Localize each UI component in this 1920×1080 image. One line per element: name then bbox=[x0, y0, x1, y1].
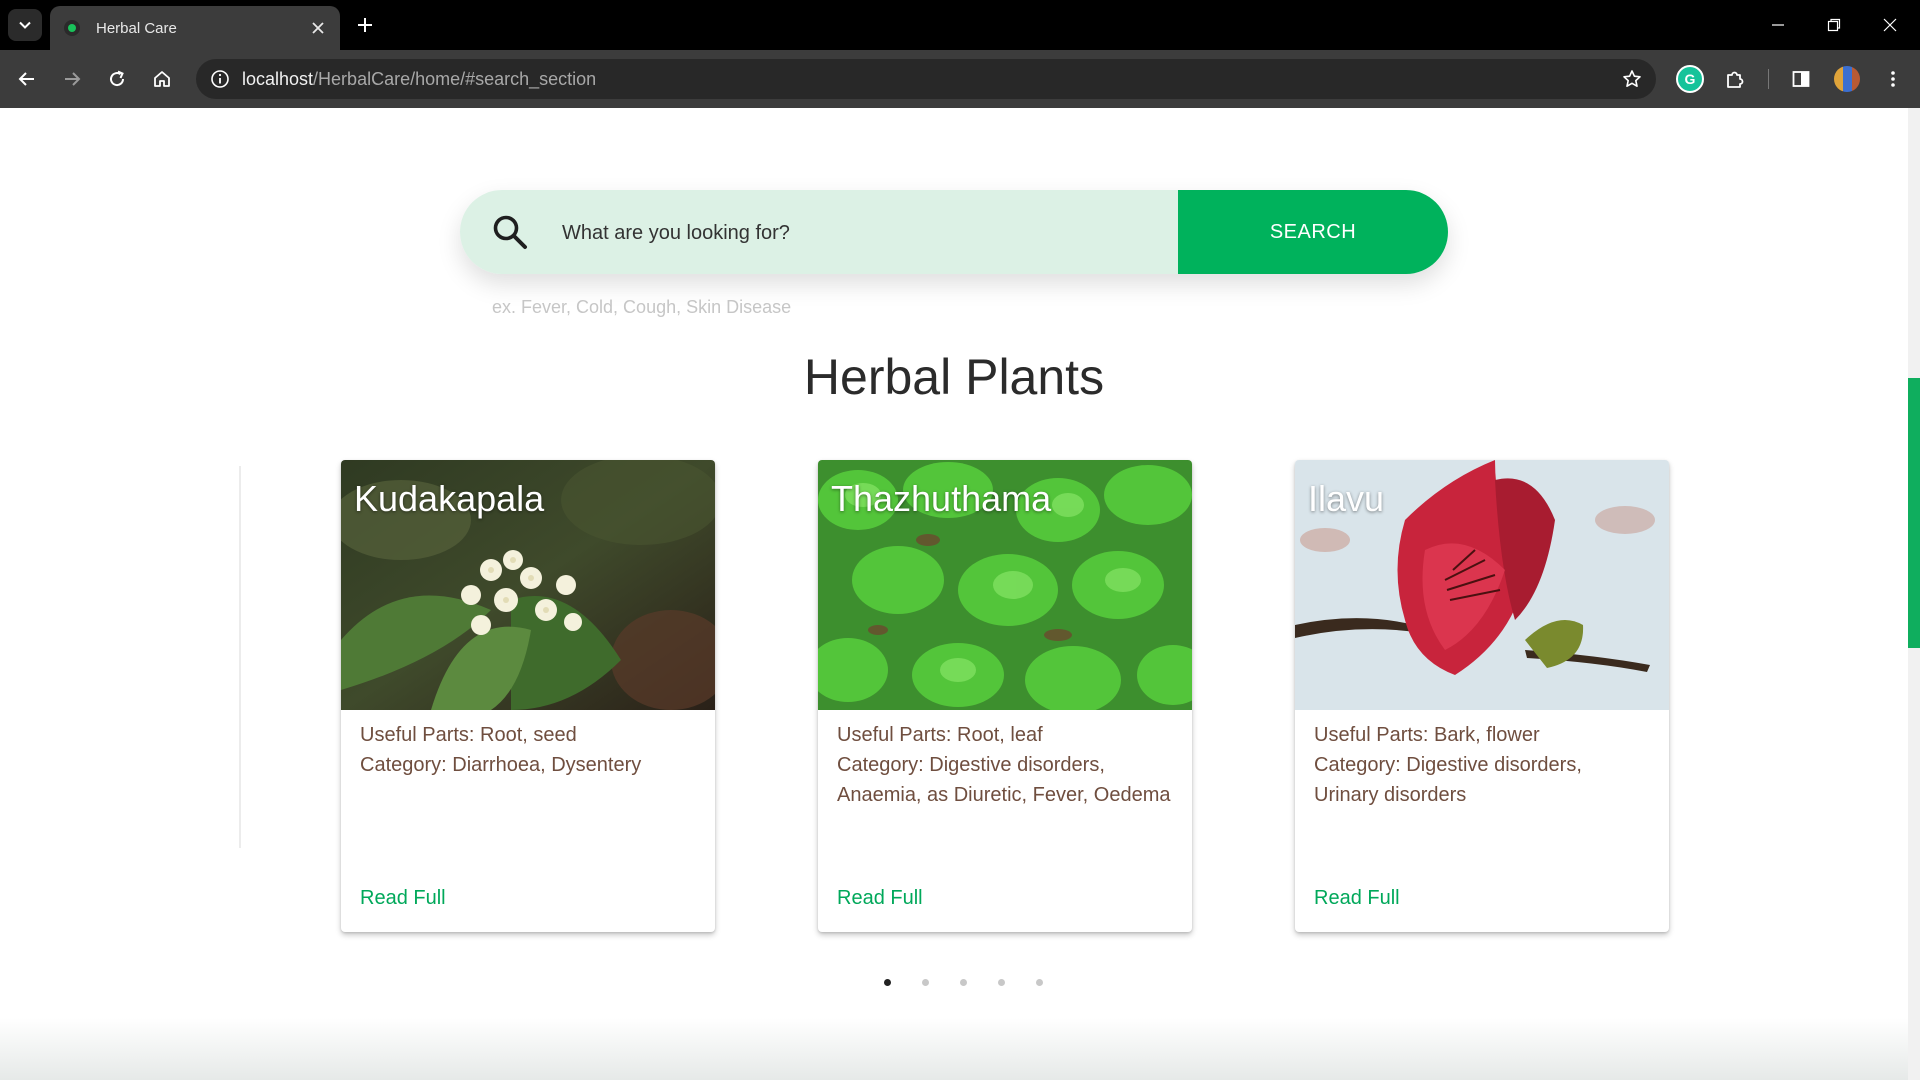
back-button[interactable] bbox=[10, 62, 44, 96]
reload-icon bbox=[110, 70, 125, 87]
favicon-icon bbox=[64, 20, 80, 36]
forward-button[interactable] bbox=[55, 62, 89, 96]
bookmark-button[interactable] bbox=[1616, 63, 1648, 95]
grammarly-extension-icon[interactable]: G bbox=[1676, 65, 1704, 93]
plant-image-kudakapala: Kudakapala bbox=[341, 460, 715, 710]
arrow-left-icon bbox=[18, 72, 34, 86]
read-full-link[interactable]: Read Full bbox=[837, 887, 923, 910]
plant-details: Useful Parts: Root, leaf Category: Diges… bbox=[818, 710, 1192, 810]
chevron-down-icon bbox=[19, 21, 31, 29]
new-tab-button[interactable] bbox=[350, 10, 380, 40]
minimize-button[interactable] bbox=[1758, 8, 1798, 42]
extensions-button[interactable] bbox=[1718, 62, 1752, 96]
scrollbar-thumb[interactable] bbox=[1908, 378, 1920, 648]
close-window-button[interactable] bbox=[1870, 8, 1910, 42]
profile-avatar[interactable] bbox=[1834, 66, 1860, 92]
address-bar[interactable]: localhost/HerbalCare/home/#search_sectio… bbox=[196, 59, 1656, 99]
url-path: /HerbalCare/home/#search_section bbox=[313, 69, 597, 89]
plant-name: Thazhuthama bbox=[831, 478, 1052, 519]
plant-image-thazhuthama: Thazhuthama bbox=[818, 460, 1192, 710]
plant-card-ilavu[interactable]: Ilavu Useful Parts: Bark, flower Categor… bbox=[1295, 460, 1669, 932]
side-panel-icon bbox=[1792, 71, 1810, 87]
plant-details: Useful Parts: Bark, flower Category: Dig… bbox=[1295, 710, 1669, 810]
page-scrollbar[interactable] bbox=[1908, 108, 1920, 1080]
browser-toolbar: localhost/HerbalCare/home/#search_sectio… bbox=[0, 50, 1920, 108]
previous-card-edge bbox=[239, 466, 241, 848]
restore-icon bbox=[1827, 18, 1841, 32]
close-icon bbox=[312, 22, 324, 34]
plus-icon bbox=[358, 18, 372, 32]
useful-parts: Useful Parts: Root, leaf bbox=[837, 724, 1043, 746]
useful-parts: Useful Parts: Bark, flower bbox=[1314, 724, 1540, 746]
search-bar: SEARCH bbox=[460, 190, 1448, 274]
arrow-right-icon bbox=[65, 72, 81, 86]
carousel-dot-2[interactable] bbox=[906, 972, 944, 992]
home-icon bbox=[154, 71, 170, 87]
info-icon bbox=[211, 70, 229, 88]
plant-details: Useful Parts: Root, seed Category: Diarr… bbox=[341, 710, 715, 780]
carousel-pagination bbox=[868, 972, 1058, 992]
category: Category: Digestive disorders, Anaemia, … bbox=[837, 754, 1171, 806]
browser-menu-button[interactable] bbox=[1876, 62, 1910, 96]
read-full-link[interactable]: Read Full bbox=[1314, 887, 1400, 910]
carousel-dot-3[interactable] bbox=[944, 972, 982, 992]
kebab-menu-icon bbox=[1891, 71, 1895, 87]
puzzle-icon bbox=[1727, 71, 1744, 88]
read-full-link[interactable]: Read Full bbox=[360, 887, 446, 910]
reload-button[interactable] bbox=[100, 62, 134, 96]
category: Category: Digestive disorders, Urinary d… bbox=[1314, 754, 1582, 806]
search-button[interactable]: SEARCH bbox=[1178, 190, 1448, 274]
side-panel-button[interactable] bbox=[1784, 62, 1818, 96]
close-icon bbox=[1883, 18, 1897, 32]
carousel-dot-1[interactable] bbox=[868, 972, 906, 992]
url-text: localhost/HerbalCare/home/#search_sectio… bbox=[242, 69, 596, 90]
useful-parts: Useful Parts: Root, seed bbox=[360, 724, 577, 746]
toolbar-separator bbox=[1768, 69, 1769, 89]
restore-button[interactable] bbox=[1814, 8, 1854, 42]
search-hint: ex. Fever, Cold, Cough, Skin Disease bbox=[492, 297, 792, 317]
browser-tab[interactable]: Herbal Care bbox=[50, 6, 340, 50]
plant-image-ilavu: Ilavu bbox=[1295, 460, 1669, 710]
url-host: localhost bbox=[242, 69, 314, 89]
section-title: Herbal Plants bbox=[803, 349, 1105, 405]
star-icon bbox=[1623, 70, 1641, 87]
browser-tab-bar: Herbal Care bbox=[0, 0, 1920, 50]
tab-close-button[interactable] bbox=[304, 14, 332, 42]
carousel-dot-5[interactable] bbox=[1020, 972, 1058, 992]
home-button[interactable] bbox=[145, 62, 179, 96]
search-field[interactable] bbox=[460, 190, 1178, 274]
minimize-icon bbox=[1772, 24, 1784, 26]
plant-name: Ilavu bbox=[1308, 478, 1385, 519]
plant-name: Kudakapala bbox=[354, 478, 545, 519]
tab-title: Herbal Care bbox=[96, 19, 177, 37]
site-info-button[interactable] bbox=[204, 63, 236, 95]
search-input[interactable] bbox=[560, 212, 1124, 254]
plant-card-kudakapala[interactable]: Kudakapala Useful Parts: Root, seed Cate… bbox=[341, 460, 715, 932]
tab-search-button[interactable] bbox=[8, 9, 42, 41]
next-section-background bbox=[0, 1018, 1908, 1080]
magnifier-icon bbox=[493, 215, 527, 249]
category: Category: Diarrhoea, Dysentery bbox=[360, 754, 642, 776]
plant-card-thazhuthama[interactable]: Thazhuthama Useful Parts: Root, leaf Cat… bbox=[818, 460, 1192, 932]
carousel-dot-4[interactable] bbox=[982, 972, 1020, 992]
page-viewport: SEARCH ex. Fever, Cold, Cough, Skin Dise… bbox=[0, 108, 1920, 1080]
